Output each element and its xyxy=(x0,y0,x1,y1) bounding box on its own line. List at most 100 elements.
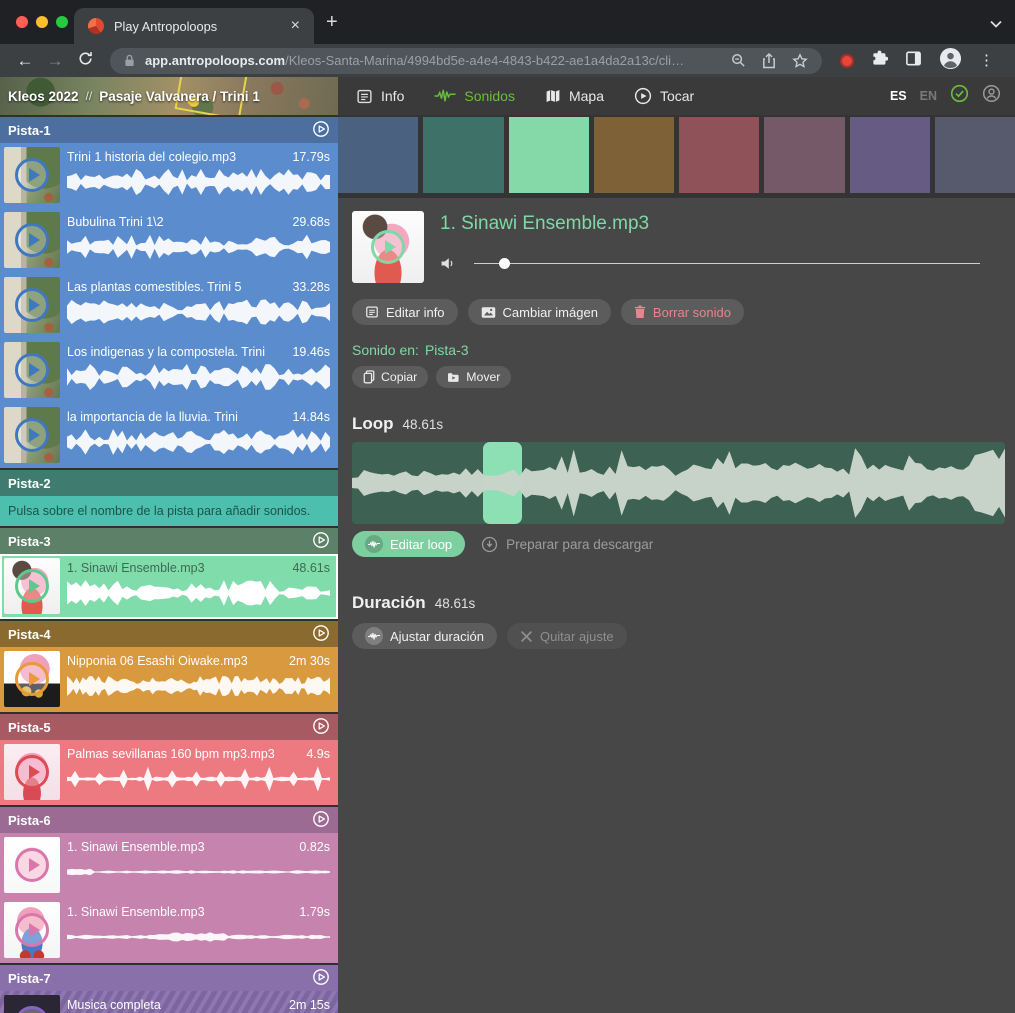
lang-en[interactable]: EN xyxy=(920,89,937,103)
adjust-duration-button[interactable]: Ajustar duración xyxy=(352,623,497,649)
account-icon[interactable] xyxy=(982,84,1001,108)
recording-extension-icon[interactable] xyxy=(840,54,854,68)
track-swatch-5[interactable] xyxy=(679,117,759,193)
clip-play-overlay-icon[interactable] xyxy=(15,223,49,257)
nav-sonidos[interactable]: Sonidos xyxy=(434,88,515,104)
clip-play-overlay-icon[interactable] xyxy=(15,353,49,387)
clip-thumbnail[interactable] xyxy=(4,147,60,203)
clip-thumbnail[interactable] xyxy=(4,995,60,1013)
clip-play-overlay-icon[interactable] xyxy=(15,1006,49,1013)
volume-slider[interactable] xyxy=(474,258,980,270)
track-swatch-4[interactable] xyxy=(594,117,674,193)
volume-knob[interactable] xyxy=(499,258,510,269)
zoom-page-icon[interactable] xyxy=(731,53,746,68)
tab-close-icon[interactable]: × xyxy=(287,16,304,36)
clip-play-overlay-icon[interactable] xyxy=(15,913,49,947)
clip-thumbnail[interactable] xyxy=(4,558,60,614)
remove-adjust-button[interactable]: Quitar ajuste xyxy=(507,623,627,649)
clip-row[interactable]: Palmas sevillanas 160 bpm mp3.mp34.9s xyxy=(0,740,338,805)
track-header-pista-1[interactable]: Pista-1 xyxy=(0,117,338,143)
clip-row[interactable]: Las plantas comestibles. Trini 533.28s xyxy=(0,273,338,338)
clip-play-overlay-icon[interactable] xyxy=(15,158,49,192)
clip-row[interactable]: Musica completa2m 15s xyxy=(0,991,338,1013)
clip-row[interactable]: 1. Sinawi Ensemble.mp348.61s xyxy=(0,554,338,619)
edit-info-button[interactable]: Editar info xyxy=(352,299,458,325)
play-overlay-icon[interactable] xyxy=(371,230,405,264)
clip-row[interactable]: Nipponia 06 Esashi Oiwake.mp32m 30s xyxy=(0,647,338,712)
address-bar[interactable]: app.antropoloops.com/Kleos-Santa-Marina/… xyxy=(110,48,822,74)
track-header-pista-6[interactable]: Pista-6 xyxy=(0,807,338,833)
delete-sound-button[interactable]: Borrar sonido xyxy=(621,299,744,325)
clip-play-overlay-icon[interactable] xyxy=(15,755,49,789)
lang-es[interactable]: ES xyxy=(890,89,907,103)
clip-thumbnail[interactable] xyxy=(4,342,60,398)
tab-search-chevron-icon[interactable] xyxy=(989,16,1003,34)
track-swatch-3-selected[interactable] xyxy=(509,117,589,193)
clip-row[interactable]: 1. Sinawi Ensemble.mp30.82s xyxy=(0,833,338,898)
track-swatch-2[interactable] xyxy=(423,117,503,193)
track-swatch-8[interactable] xyxy=(935,117,1015,193)
nav-mapa[interactable]: Mapa xyxy=(545,88,604,104)
app-topbar: Kleos 2022 // Pasaje Valvanera / Trini 1… xyxy=(0,77,1015,115)
clip-play-overlay-icon[interactable] xyxy=(15,662,49,696)
track-play-icon[interactable] xyxy=(312,968,330,989)
sound-thumbnail[interactable] xyxy=(352,211,424,283)
change-image-button[interactable]: Cambiar imágen xyxy=(468,299,611,325)
track-play-icon[interactable] xyxy=(312,120,330,141)
profile-avatar[interactable] xyxy=(939,47,962,75)
clip-play-overlay-icon[interactable] xyxy=(15,288,49,322)
window-close-button[interactable] xyxy=(16,16,28,28)
track-header-pista-5[interactable]: Pista-5 xyxy=(0,714,338,740)
clip-row[interactable]: Trini 1 historia del colegio.mp317.79s xyxy=(0,143,338,208)
prepare-download-button[interactable]: Preparar para descargar xyxy=(481,536,653,553)
loop-waveform-panel[interactable] xyxy=(352,442,1005,524)
sound-in-track-link[interactable]: Pista-3 xyxy=(425,342,469,358)
clip-thumbnail[interactable] xyxy=(4,744,60,800)
project-map-thumbnail[interactable]: Kleos 2022 // Pasaje Valvanera / Trini 1 xyxy=(0,77,338,115)
clip-play-overlay-icon[interactable] xyxy=(15,848,49,882)
track-swatch-1[interactable] xyxy=(338,117,418,193)
nav-info[interactable]: Info xyxy=(356,88,404,105)
track-play-icon[interactable] xyxy=(312,717,330,738)
move-button[interactable]: Mover xyxy=(436,366,511,388)
track-header-pista-2[interactable]: Pista-2 xyxy=(0,470,338,496)
track-header-pista-3[interactable]: Pista-3 xyxy=(0,528,338,554)
reload-button[interactable] xyxy=(70,51,100,71)
copy-button[interactable]: Copiar xyxy=(352,366,428,388)
clip-row[interactable]: la importancia de la lluvia. Trini14.84s xyxy=(0,403,338,468)
clip-thumbnail[interactable] xyxy=(4,902,60,958)
track-swatch-7[interactable] xyxy=(850,117,930,193)
clip-thumbnail[interactable] xyxy=(4,651,60,707)
extensions-puzzle-icon[interactable] xyxy=(871,50,888,72)
window-zoom-button[interactable] xyxy=(56,16,68,28)
clip-thumbnail[interactable] xyxy=(4,277,60,333)
track-play-icon[interactable] xyxy=(312,531,330,552)
track-header-pista-7[interactable]: Pista-7 xyxy=(0,965,338,991)
clip-row[interactable]: Los indigenas y la compostela. Trini19.4… xyxy=(0,338,338,403)
clip-thumbnail[interactable] xyxy=(4,837,60,893)
clip-play-overlay-icon[interactable] xyxy=(15,418,49,452)
clip-thumbnail[interactable] xyxy=(4,407,60,463)
clip-play-overlay-icon[interactable] xyxy=(15,569,49,603)
browser-menu-icon[interactable]: ⋮ xyxy=(979,53,994,68)
window-minimize-button[interactable] xyxy=(36,16,48,28)
track-swatch-6[interactable] xyxy=(764,117,844,193)
tracks-list[interactable]: Pista-1Trini 1 historia del colegio.mp31… xyxy=(0,115,338,1013)
side-panel-icon[interactable] xyxy=(905,50,922,72)
nav-tocar[interactable]: Tocar xyxy=(634,87,694,105)
track-play-icon[interactable] xyxy=(312,810,330,831)
breadcrumb[interactable]: Kleos 2022 // Pasaje Valvanera / Trini 1 xyxy=(8,77,260,115)
clip-thumbnail[interactable] xyxy=(4,212,60,268)
browser-tab[interactable]: Play Antropoloops × xyxy=(74,8,314,44)
clip-row[interactable]: Bubulina Trini 1\229.68s xyxy=(0,208,338,273)
x-icon xyxy=(520,630,533,643)
bookmark-star-icon[interactable] xyxy=(792,53,808,69)
track-play-icon[interactable] xyxy=(312,624,330,645)
back-button[interactable]: ← xyxy=(10,51,40,71)
track-header-pista-4[interactable]: Pista-4 xyxy=(0,621,338,647)
forward-button[interactable]: → xyxy=(40,51,70,71)
new-tab-button[interactable]: + xyxy=(326,12,338,32)
share-icon[interactable] xyxy=(762,53,776,69)
edit-loop-button[interactable]: Editar loop xyxy=(352,531,465,557)
clip-row[interactable]: 1. Sinawi Ensemble.mp31.79s xyxy=(0,898,338,963)
